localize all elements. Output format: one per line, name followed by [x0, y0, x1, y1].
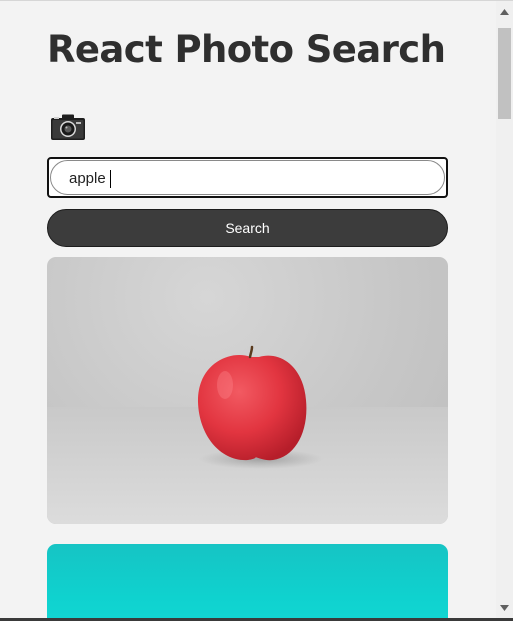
- top-border: [0, 0, 513, 1]
- scrollbar-thumb[interactable]: [498, 28, 511, 119]
- search-field[interactable]: [47, 157, 448, 198]
- text-caret: [110, 170, 111, 188]
- page-title: React Photo Search: [47, 28, 446, 71]
- search-button[interactable]: Search: [47, 209, 448, 247]
- camera-icon: [50, 113, 86, 141]
- search-input[interactable]: [69, 166, 409, 190]
- result-card-teal[interactable]: [47, 544, 448, 621]
- browser-viewport: React Photo Search Search: [0, 0, 513, 621]
- scroll-down-arrow-icon[interactable]: [496, 599, 513, 616]
- result-card-apple[interactable]: [47, 257, 448, 524]
- apple-photo: [197, 345, 323, 469]
- vertical-scrollbar[interactable]: [496, 1, 513, 618]
- scroll-up-arrow-icon[interactable]: [496, 3, 513, 20]
